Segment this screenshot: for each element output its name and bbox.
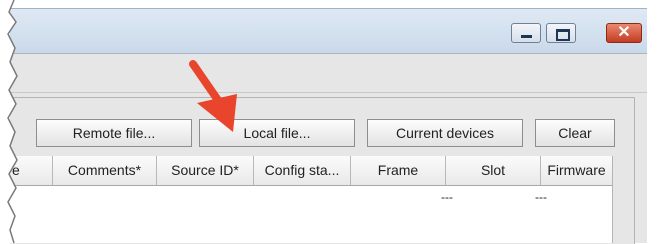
table-cell-firmware[interactable]: ---	[535, 190, 547, 204]
table-scrollbar[interactable]	[612, 156, 623, 243]
column-header-slot[interactable]: Slot	[446, 156, 541, 185]
column-header-comments[interactable]: Comments*	[53, 156, 157, 185]
current-devices-button[interactable]: Current devices	[367, 119, 523, 147]
minimize-button[interactable]	[511, 23, 541, 43]
remote-file-button[interactable]: Remote file...	[36, 119, 192, 147]
table-header: e Comments* Source ID* Config sta... Fra…	[10, 156, 612, 186]
column-header-firmware[interactable]: Firmware	[541, 156, 612, 185]
column-header-frame[interactable]: Frame	[351, 156, 446, 185]
table-cell-slot[interactable]: ---	[441, 190, 453, 204]
devices-table: e Comments* Source ID* Config sta... Fra…	[10, 156, 612, 243]
screenshot: ✕ Remote file... Local file... Current d…	[0, 0, 657, 244]
close-button[interactable]: ✕	[606, 23, 642, 43]
torn-edge	[0, 0, 18, 243]
local-file-button[interactable]: Local file...	[199, 119, 355, 147]
divider	[10, 92, 647, 93]
close-icon: ✕	[617, 24, 631, 41]
divider	[10, 53, 647, 54]
column-header-config-status[interactable]: Config sta...	[254, 156, 351, 185]
column-header-source-id[interactable]: Source ID*	[157, 156, 254, 185]
maximize-button[interactable]	[546, 23, 576, 43]
clear-button[interactable]: Clear	[535, 119, 615, 147]
maximize-icon	[556, 29, 570, 41]
minimize-icon	[521, 35, 532, 38]
